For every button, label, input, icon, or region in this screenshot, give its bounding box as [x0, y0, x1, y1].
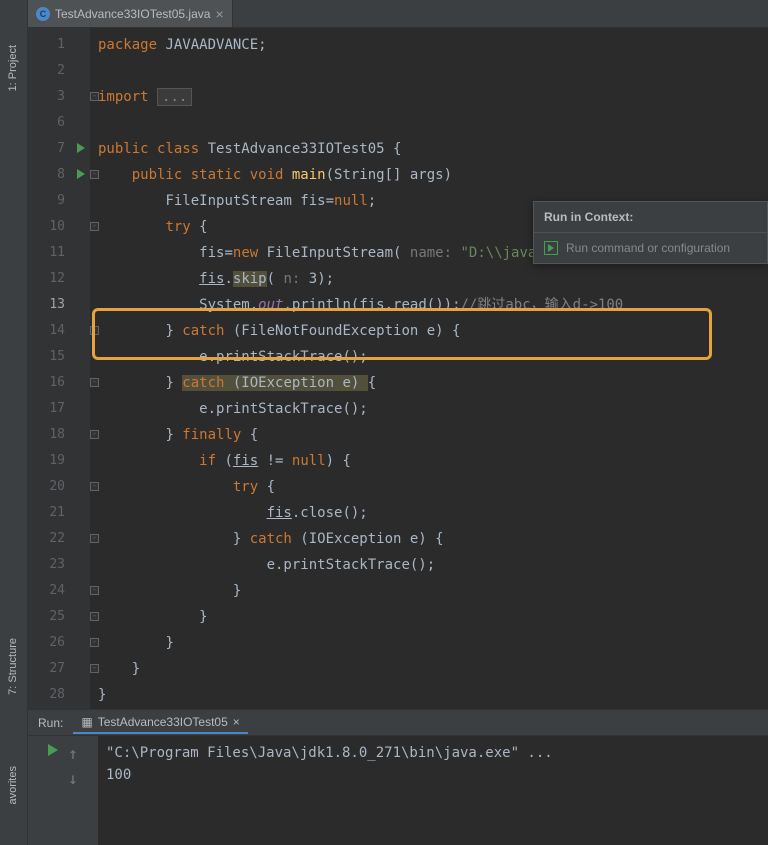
line-number: 3 [28, 84, 90, 110]
code-line[interactable] [98, 110, 768, 136]
line-number: 27 [28, 656, 90, 682]
run-tab[interactable]: ▦ TestAdvance33IOTest05 × [73, 712, 247, 734]
code-line[interactable]: e.printStackTrace(); [98, 396, 768, 422]
run-tab-icon: ▦ [81, 715, 92, 729]
line-number: 21 [28, 500, 90, 526]
line-number: 1 [28, 32, 90, 58]
code-line[interactable]: -import ... [98, 84, 768, 110]
play-icon [544, 241, 558, 255]
line-number: 2 [28, 58, 90, 84]
code-line[interactable] [98, 58, 768, 84]
line-number: 28 [28, 682, 90, 708]
tool-structure[interactable]: 7: Structure [7, 638, 19, 695]
run-tab-name: TestAdvance33IOTest05 [98, 715, 228, 729]
code-line[interactable]: package JAVAADVANCE; [98, 32, 768, 58]
code-line[interactable]: - } catch (FileNotFoundException e) { [98, 318, 768, 344]
code-line[interactable]: } [98, 682, 768, 708]
line-number: 10 [28, 214, 90, 240]
line-number: 7 [28, 136, 90, 162]
console-output[interactable]: "C:\Program Files\Java\jdk1.8.0_271\bin\… [98, 736, 768, 845]
tool-project[interactable]: 1: Project [7, 45, 19, 91]
line-number: 16 [28, 370, 90, 396]
code-line[interactable]: - } finally { [98, 422, 768, 448]
line-number: 6 [28, 110, 90, 136]
code-line[interactable]: - } catch (IOException e) { [98, 370, 768, 396]
code-line[interactable]: fis.close(); [98, 500, 768, 526]
run-tab-bar: Run: ▦ TestAdvance33IOTest05 × [28, 709, 768, 735]
run-label: Run: [38, 716, 63, 730]
line-number: 17 [28, 396, 90, 422]
output-l1: "C:\Program Files\Java\jdk1.8.0_271\bin\… [106, 745, 553, 761]
run-context-popup: Run in Context: Run command or configura… [533, 201, 768, 264]
up-icon[interactable]: ↑ [68, 744, 78, 763]
output-l2: 100 [106, 767, 131, 783]
left-toolbar: 1: Project 7: Structure avorites [0, 0, 28, 845]
line-number: 13 [28, 292, 90, 318]
line-number: 9 [28, 188, 90, 214]
run-toolbar: ↑ ↓ [28, 736, 98, 845]
line-number: 14 [28, 318, 90, 344]
code-line[interactable]: - } catch (IOException e) { [98, 526, 768, 552]
popup-hint-text: Run command or configuration [566, 241, 730, 255]
run-gutter-icon[interactable] [77, 169, 85, 179]
editor-tab[interactable]: C TestAdvance33IOTest05.java × [28, 0, 233, 27]
code-line[interactable]: - } [98, 604, 768, 630]
code-line[interactable]: fis.skip( n: 3); [98, 266, 768, 292]
code-line[interactable]: if (fis != null) { [98, 448, 768, 474]
code-line[interactable]: System.out.println(fis.read());//跳过abc，输… [98, 292, 768, 318]
run-panel: ↑ ↓ "C:\Program Files\Java\jdk1.8.0_271\… [28, 735, 768, 845]
code-line[interactable]: - } [98, 578, 768, 604]
line-number: 19 [28, 448, 90, 474]
line-number: 23 [28, 552, 90, 578]
line-number: 22 [28, 526, 90, 552]
run-gutter-icon[interactable] [77, 143, 85, 153]
line-number: 18 [28, 422, 90, 448]
line-number: 20 [28, 474, 90, 500]
code-line[interactable]: - try { [98, 474, 768, 500]
line-number: 24 [28, 578, 90, 604]
line-number: 15 [28, 344, 90, 370]
tab-label: TestAdvance33IOTest05.java [55, 7, 210, 21]
code-line[interactable]: public class TestAdvance33IOTest05 { [98, 136, 768, 162]
tool-favorites[interactable]: avorites [7, 766, 19, 805]
line-number: 26 [28, 630, 90, 656]
close-icon[interactable]: × [215, 6, 223, 22]
line-number: 12 [28, 266, 90, 292]
popup-hint-item[interactable]: Run command or configuration [534, 232, 767, 263]
line-number: 25 [28, 604, 90, 630]
tab-bar: C TestAdvance33IOTest05.java × [28, 0, 768, 28]
code-line[interactable]: - public static void main(String[] args) [98, 162, 768, 188]
code-line[interactable]: e.printStackTrace(); [98, 344, 768, 370]
popup-title: Run in Context: [534, 202, 767, 232]
close-icon[interactable]: × [233, 715, 240, 729]
code-line[interactable]: - } [98, 656, 768, 682]
java-icon: C [36, 7, 50, 21]
run-icon[interactable] [48, 744, 58, 756]
line-number: 8 [28, 162, 90, 188]
down-icon[interactable]: ↓ [68, 769, 78, 788]
code-line[interactable]: - } [98, 630, 768, 656]
code-line[interactable]: e.printStackTrace(); [98, 552, 768, 578]
line-number: 11 [28, 240, 90, 266]
